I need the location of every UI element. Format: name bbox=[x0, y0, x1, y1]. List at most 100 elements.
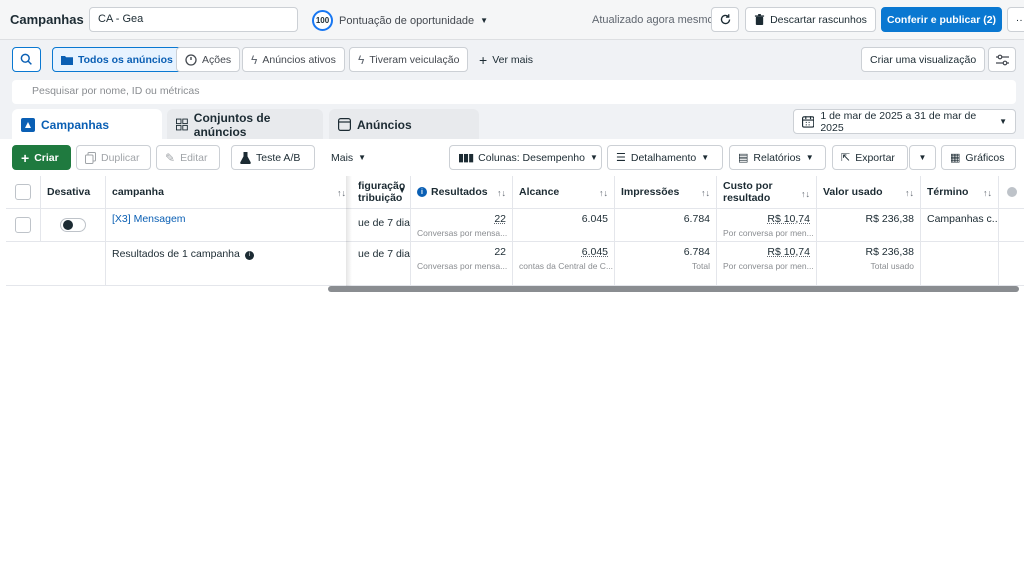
header-results[interactable]: i Resultados ↑↓ bbox=[411, 176, 513, 209]
summary-impressions-cell: 6.784 Total bbox=[615, 242, 717, 286]
publish-button[interactable]: Conferir e publicar (2) bbox=[881, 7, 1002, 32]
summary-reach-sub: contas da Central de C... bbox=[519, 261, 614, 271]
tab-campaigns[interactable]: Campanhas bbox=[12, 109, 162, 140]
header-campaign[interactable]: campanha ↑↓ bbox=[106, 176, 352, 209]
end-cell: Campanhas c... bbox=[921, 209, 999, 242]
edit-label: Editar bbox=[180, 151, 208, 164]
export-dropdown-button[interactable]: ▼ bbox=[909, 145, 936, 170]
search-icon bbox=[20, 53, 32, 65]
horizontal-scrollbar[interactable] bbox=[328, 286, 1019, 292]
info-icon[interactable]: i bbox=[244, 250, 254, 260]
select-all-checkbox[interactable] bbox=[15, 184, 31, 200]
breakdown-label: Detalhamento bbox=[630, 151, 697, 164]
filter-active-ads-label: Anúncios ativos bbox=[262, 53, 336, 66]
search-input[interactable]: Pesquisar por nome, ID ou métricas bbox=[12, 80, 1016, 104]
more-options-icon: ··· bbox=[1015, 13, 1024, 26]
empty-cell bbox=[999, 209, 1024, 242]
create-button[interactable]: + Criar bbox=[12, 145, 71, 170]
campaign-toggle[interactable] bbox=[60, 218, 86, 232]
breakdown-button[interactable]: ☰ Detalhamento ▼ bbox=[607, 145, 723, 170]
header-reach[interactable]: Alcance ↑↓ bbox=[513, 176, 615, 209]
header-impressions[interactable]: Impressões ↑↓ bbox=[615, 176, 717, 209]
summary-results-cell: 22 Conversas por mensa... bbox=[411, 242, 513, 286]
header-cost-per-result[interactable]: Custo por resultado ↑↓ bbox=[717, 176, 817, 209]
more-button[interactable]: Mais ▼ bbox=[322, 145, 372, 170]
reach-cell: 6.045 bbox=[513, 209, 615, 242]
ab-test-label: Teste A/B bbox=[256, 151, 301, 164]
gauge-icon bbox=[185, 53, 197, 66]
trash-icon bbox=[754, 13, 765, 25]
info-icon: i bbox=[417, 187, 427, 197]
filter-all-ads[interactable]: Todos os anúncios bbox=[52, 47, 182, 72]
updated-status: Atualizado agora mesmo bbox=[592, 14, 714, 26]
filter-active-ads[interactable]: ϟ Anúncios ativos bbox=[242, 47, 345, 72]
header-attribution[interactable]: figuração tribuição ▼ bbox=[352, 176, 411, 209]
summary-label-cell: Resultados de 1 campanha i bbox=[106, 242, 352, 286]
ab-test-button[interactable]: Teste A/B bbox=[231, 145, 315, 170]
summary-amount-spent: R$ 236,38 bbox=[865, 246, 914, 258]
header-end-label: Término bbox=[927, 186, 969, 198]
tab-ads[interactable]: Anúncios bbox=[329, 109, 479, 140]
table-row bbox=[6, 209, 41, 242]
columns-button[interactable]: ▮▮▮ Colunas: Desempenho ▼ bbox=[449, 145, 602, 170]
duplicate-button[interactable]: Duplicar bbox=[76, 145, 151, 170]
filter-settings-button[interactable] bbox=[988, 47, 1016, 72]
add-column-icon bbox=[1006, 187, 1017, 197]
calendar-icon bbox=[802, 116, 815, 128]
impressions-cell: 6.784 bbox=[615, 209, 717, 242]
filter-bar: Todos os anúncios Ações ϟ Anúncios ativo… bbox=[0, 40, 1024, 78]
tab-ads-label: Anúncios bbox=[357, 117, 412, 132]
grid-icon bbox=[176, 118, 188, 131]
publish-label: Conferir e publicar (2) bbox=[886, 13, 997, 26]
header-reach-label: Alcance bbox=[519, 186, 560, 198]
see-more-filters[interactable]: + Ver mais bbox=[470, 47, 542, 72]
chevron-down-icon: ▼ bbox=[805, 153, 814, 162]
opportunity-score[interactable]: 100 Pontuação de oportunidade ▼ bbox=[312, 10, 488, 31]
add-column-cell[interactable] bbox=[999, 176, 1024, 209]
header-amount-spent[interactable]: Valor usado ↑↓ bbox=[817, 176, 921, 209]
date-range-picker[interactable]: 1 de mar de 2025 a 31 de mar de 2025 ▼ bbox=[793, 109, 1016, 134]
refresh-button[interactable] bbox=[711, 7, 739, 32]
cost-cell: R$ 10,74 Por conversa por men... bbox=[717, 209, 817, 242]
search-toggle-button[interactable] bbox=[12, 47, 41, 72]
filter-had-delivery[interactable]: ϟ Tiveram veiculação bbox=[349, 47, 469, 72]
account-selector[interactable]: CA - Gea bbox=[89, 7, 298, 32]
header-end[interactable]: Término ↑↓ bbox=[921, 176, 999, 209]
more-options-button[interactable]: ··· bbox=[1007, 7, 1024, 32]
row-checkbox[interactable] bbox=[15, 217, 31, 233]
header-cost-line1: Custo por bbox=[723, 180, 773, 192]
see-more-label: Ver mais bbox=[492, 53, 534, 66]
reports-button[interactable]: ▤ Relatórios ▼ bbox=[729, 145, 826, 170]
chevron-down-icon: ▼ bbox=[999, 117, 1007, 126]
header-amount-spent-label: Valor usado bbox=[823, 186, 883, 198]
summary-spacer bbox=[6, 242, 106, 286]
export-button[interactable]: ⇱ Exportar bbox=[832, 145, 908, 170]
discard-drafts-button[interactable]: Descartar rascunhos bbox=[745, 7, 876, 32]
summary-reach: 6.045 bbox=[581, 246, 608, 258]
folder-icon bbox=[61, 55, 73, 65]
frozen-column-shadow bbox=[346, 176, 352, 286]
breakdown-icon: ☰ bbox=[616, 152, 626, 164]
export-label: Exportar bbox=[855, 151, 895, 164]
header-toggle[interactable]: Desativa bbox=[41, 176, 106, 209]
charts-button[interactable]: ▦ Gráficos bbox=[941, 145, 1016, 170]
charts-label: Gráficos bbox=[965, 151, 1005, 164]
sort-icon: ↑↓ bbox=[801, 189, 810, 199]
summary-cost: R$ 10,74 bbox=[767, 246, 810, 258]
columns-icon: ▮▮▮ bbox=[458, 152, 474, 164]
sort-icon: ↑↓ bbox=[701, 188, 710, 198]
campaign-name-link[interactable]: [X3] Mensagem bbox=[112, 213, 186, 225]
tab-ad-sets[interactable]: Conjuntos de anúncios bbox=[167, 109, 323, 140]
copy-icon bbox=[85, 151, 96, 164]
chevron-down-icon: ▼ bbox=[590, 153, 598, 162]
create-view-button[interactable]: Criar uma visualização bbox=[861, 47, 986, 72]
summary-results: 22 bbox=[494, 246, 506, 258]
edit-button[interactable]: ✎ Editar bbox=[156, 145, 220, 170]
columns-label: Colunas: Desempenho bbox=[478, 151, 585, 164]
plus-icon: + bbox=[479, 51, 488, 68]
header-cost-line2: resultado bbox=[723, 192, 771, 204]
create-view-label: Criar uma visualização bbox=[870, 53, 977, 66]
filter-actions[interactable]: Ações bbox=[176, 47, 241, 72]
toggle-cell bbox=[41, 209, 106, 242]
chevron-down-icon: ▼ bbox=[398, 186, 406, 195]
